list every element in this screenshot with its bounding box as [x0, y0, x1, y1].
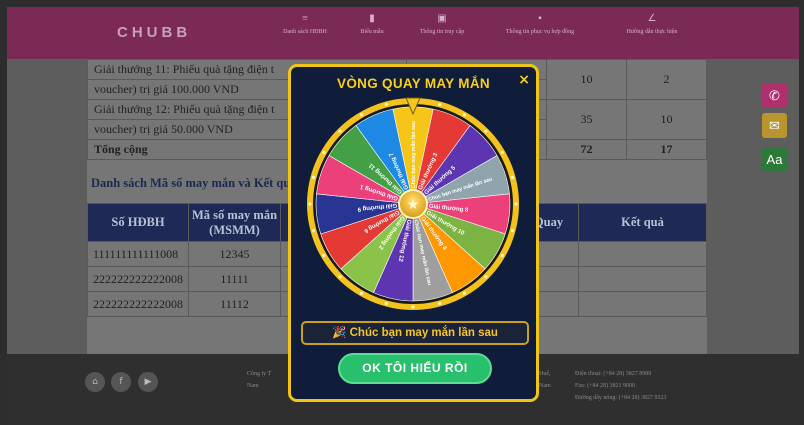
font-size-button[interactable]: Aa	[762, 147, 787, 172]
rim-light	[510, 175, 515, 179]
mail-icon: ✉	[769, 118, 780, 133]
rim-light	[438, 102, 442, 107]
chat-icon: ▪	[538, 13, 542, 24]
rim-light	[322, 150, 326, 155]
rim-light	[338, 275, 342, 279]
col-policy-number: Số HĐBH	[87, 203, 189, 242]
spin-result-bar: 🎉 Chúc bạn may mắn lần sau	[301, 321, 529, 345]
top-nav-bar: CHUBB ≡ Danh sách HĐBH ▮ Biểu mẫu ▣ Thôn…	[7, 7, 799, 59]
nav-contract-service[interactable]: ▪ Thông tin phục vụ hợp đồng	[495, 13, 585, 36]
rim-light	[322, 253, 326, 258]
nav-access-info[interactable]: ▣ Thông tin truy cập	[407, 13, 477, 36]
qty-cell: 10	[546, 59, 627, 100]
nav-label: Biểu mẫu	[360, 29, 384, 35]
account-icon: ▣	[437, 13, 447, 24]
rim-light	[308, 202, 312, 206]
lucky-code-cell: 11112	[188, 291, 281, 317]
rim-light	[500, 253, 504, 258]
youtube-icon[interactable]: ▶	[138, 372, 158, 392]
facebook-icon[interactable]: f	[111, 372, 131, 392]
lucky-code-cell: 12345	[188, 241, 281, 267]
remaining-cell: 2	[626, 59, 707, 100]
rim-light	[384, 301, 388, 306]
total-remaining: 17	[626, 139, 707, 160]
col-lucky-code: Mã số may mắn (MSMM)	[188, 203, 281, 242]
lucky-code-cell: 11111	[188, 266, 281, 292]
company-text: Công ty T Nam	[247, 371, 272, 389]
rim-light	[411, 305, 415, 309]
rim-light	[311, 229, 316, 233]
wheel-segment-label: Chúc bạn may mắn lần sau	[410, 121, 417, 188]
rim-light	[384, 102, 388, 107]
list-icon: ≡	[302, 13, 308, 24]
rim-light	[359, 291, 364, 295]
ok-understood-button[interactable]: OK TÔI HIỂU RỒI	[338, 353, 492, 384]
chubb-logo[interactable]: CHUBB	[117, 24, 191, 41]
mail-button[interactable]: ✉	[762, 113, 787, 138]
nav-label: Danh sách HĐBH	[283, 29, 327, 35]
remaining-cell: 10	[626, 99, 707, 140]
rim-light	[484, 129, 488, 133]
party-icon: 🎉	[332, 327, 347, 339]
total-qty: 72	[546, 139, 627, 160]
file-icon: ▮	[369, 13, 375, 24]
rim-light	[462, 113, 467, 117]
nav-label: Hướng dẫn thực hiện	[626, 29, 678, 35]
spin-result-text: Chúc bạn may mắn lần sau	[349, 327, 498, 339]
col-result: Kết quả	[578, 203, 707, 242]
nav-forms[interactable]: ▮ Biểu mẫu	[352, 13, 392, 36]
lucky-wheel[interactable]: Chúc bạn may mắn lần sau Giải thưởng 3Giả…	[291, 67, 536, 317]
contact-text: Điện thoại: (+84 28) 3827 8989 Fax: (+84 …	[575, 371, 667, 401]
nav-label: Thông tin truy cập	[419, 29, 465, 35]
star-icon: ★	[407, 197, 420, 213]
address-text: Huế, Nam	[539, 371, 551, 389]
home-icon[interactable]: ⌂	[85, 372, 105, 392]
rim-light	[462, 291, 467, 295]
font-size-icon: Aa	[766, 152, 783, 167]
nav-guide[interactable]: ∠ Hướng dẫn thực hiện	[612, 13, 692, 36]
results-section-title: Danh sách Mã số may mắn và Kết qu	[91, 176, 291, 190]
rim-light	[338, 129, 342, 133]
policy-number-cell: 111111111111008	[87, 241, 189, 267]
rim-light	[510, 229, 515, 233]
policy-number-cell: 222222222222008	[87, 266, 189, 292]
rim-light	[438, 301, 442, 306]
edit-icon: ∠	[647, 13, 657, 24]
lucky-wheel-modal: VÒNG QUAY MAY MẮN × Chúc bạn may mắn lần…	[288, 64, 539, 402]
nav-label: Thông tin phục vụ hợp đồng	[505, 29, 575, 35]
rim-light	[311, 175, 316, 179]
qty-cell: 35	[546, 99, 627, 140]
phone-button[interactable]: ✆	[762, 83, 787, 108]
page: CHUBB ≡ Danh sách HĐBH ▮ Biểu mẫu ▣ Thôn…	[7, 7, 799, 425]
policy-number-cell: 222222222222008	[87, 291, 189, 317]
rim-light	[359, 113, 364, 117]
nav-policy-list[interactable]: ≡ Danh sách HĐBH	[275, 13, 335, 36]
rim-light	[514, 202, 518, 206]
rim-light	[484, 275, 488, 279]
phone-icon: ✆	[769, 88, 780, 103]
rim-light	[500, 150, 504, 155]
